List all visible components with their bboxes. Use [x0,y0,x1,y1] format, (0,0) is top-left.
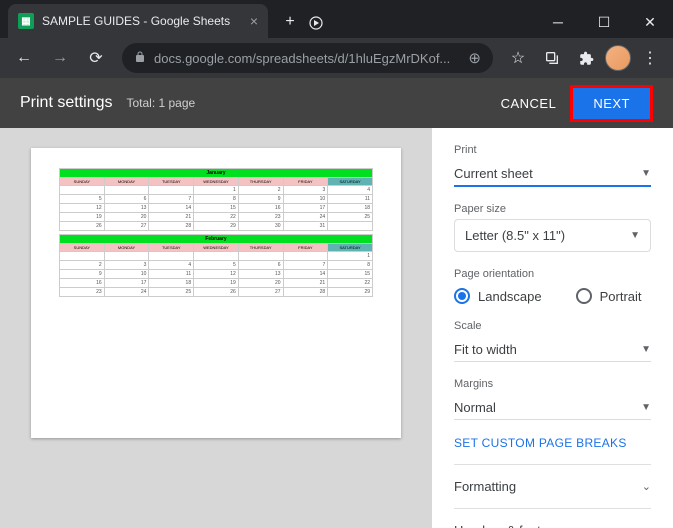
radio-selected-icon [454,288,470,304]
media-indicator-icon [304,11,328,35]
maximize-button[interactable]: ☐ [581,6,627,38]
chevron-down-icon: ⌄ [642,480,651,493]
calendar-table: JanuarySUNDAYMONDAYTUESDAYWEDNESDAYTHURS… [59,168,373,297]
headers-footers-expander[interactable]: Headers & footers ⌄ [454,508,651,528]
preview-page: JanuarySUNDAYMONDAYTUESDAYWEDNESDAYTHURS… [31,148,401,438]
profile-avatar[interactable] [605,45,631,71]
back-button[interactable]: ← [8,42,40,74]
close-window-button[interactable]: ✕ [627,6,673,38]
tabs-icon[interactable] [537,43,567,73]
minimize-button[interactable]: ─ [535,6,581,38]
print-select[interactable]: Current sheet ▼ [454,160,651,187]
portrait-label: Portrait [600,289,642,304]
browser-tab[interactable]: ▦ SAMPLE GUIDES - Google Sheets × [8,4,268,38]
radio-icon [576,288,592,304]
print-sidebar: Print Current sheet ▼ Paper size Letter … [432,128,673,528]
url-text: docs.google.com/spreadsheets/d/1hluEgzMr… [154,51,460,66]
landscape-radio[interactable]: Landscape [454,288,542,304]
formatting-expander[interactable]: Formatting ⌄ [454,464,651,508]
caret-down-icon: ▼ [641,344,651,355]
margins-select[interactable]: Normal ▼ [454,394,651,420]
landscape-label: Landscape [478,289,542,304]
tab-title: SAMPLE GUIDES - Google Sheets [42,14,242,28]
bookmark-button[interactable]: ☆ [503,43,533,73]
caret-down-icon: ▼ [630,230,640,241]
print-value: Current sheet [454,166,533,181]
margins-value: Normal [454,400,496,415]
paper-size-value: Letter (8.5" x 11") [465,228,565,243]
print-title: Print settings [20,94,112,112]
caret-down-icon: ▼ [641,402,651,413]
print-subtitle: Total: 1 page [126,96,195,110]
forward-button[interactable]: → [44,42,76,74]
browser-toolbar: ← → ⟳ docs.google.com/spreadsheets/d/1hl… [0,38,673,78]
reload-button[interactable]: ⟳ [80,42,112,74]
print-header: Print settings Total: 1 page CANCEL NEXT [0,78,673,128]
print-content: JanuarySUNDAYMONDAYTUESDAYWEDNESDAYTHURS… [0,128,673,528]
new-tab-button[interactable]: + [276,8,304,36]
next-highlight: NEXT [570,85,653,122]
extensions-button[interactable] [571,43,601,73]
scale-label: Scale [454,320,651,332]
window-controls: ─ ☐ ✕ [535,6,673,38]
chevron-down-icon: ⌄ [642,524,651,528]
menu-button[interactable]: ⋮ [635,43,665,73]
margins-label: Margins [454,378,651,390]
caret-down-icon: ▼ [641,168,651,179]
custom-page-breaks-link[interactable]: SET CUSTOM PAGE BREAKS [454,436,651,450]
portrait-radio[interactable]: Portrait [576,288,642,304]
print-label: Print [454,144,651,156]
paper-size-label: Paper size [454,203,651,215]
zoom-icon[interactable]: ⊕ [468,49,481,67]
print-preview: JanuarySUNDAYMONDAYTUESDAYWEDNESDAYTHURS… [0,128,432,528]
formatting-label: Formatting [454,479,516,494]
cancel-button[interactable]: CANCEL [501,96,557,111]
address-bar[interactable]: docs.google.com/spreadsheets/d/1hluEgzMr… [122,43,493,73]
scale-select[interactable]: Fit to width ▼ [454,336,651,362]
scale-value: Fit to width [454,342,517,357]
headers-footers-label: Headers & footers [454,523,559,528]
sheets-icon: ▦ [18,13,34,29]
paper-size-select[interactable]: Letter (8.5" x 11") ▼ [454,219,651,252]
browser-titlebar: ▦ SAMPLE GUIDES - Google Sheets × + ─ ☐ … [0,0,673,38]
next-button[interactable]: NEXT [573,88,650,119]
lock-icon [134,51,146,66]
orientation-label: Page orientation [454,268,651,280]
close-tab-icon[interactable]: × [250,13,258,29]
